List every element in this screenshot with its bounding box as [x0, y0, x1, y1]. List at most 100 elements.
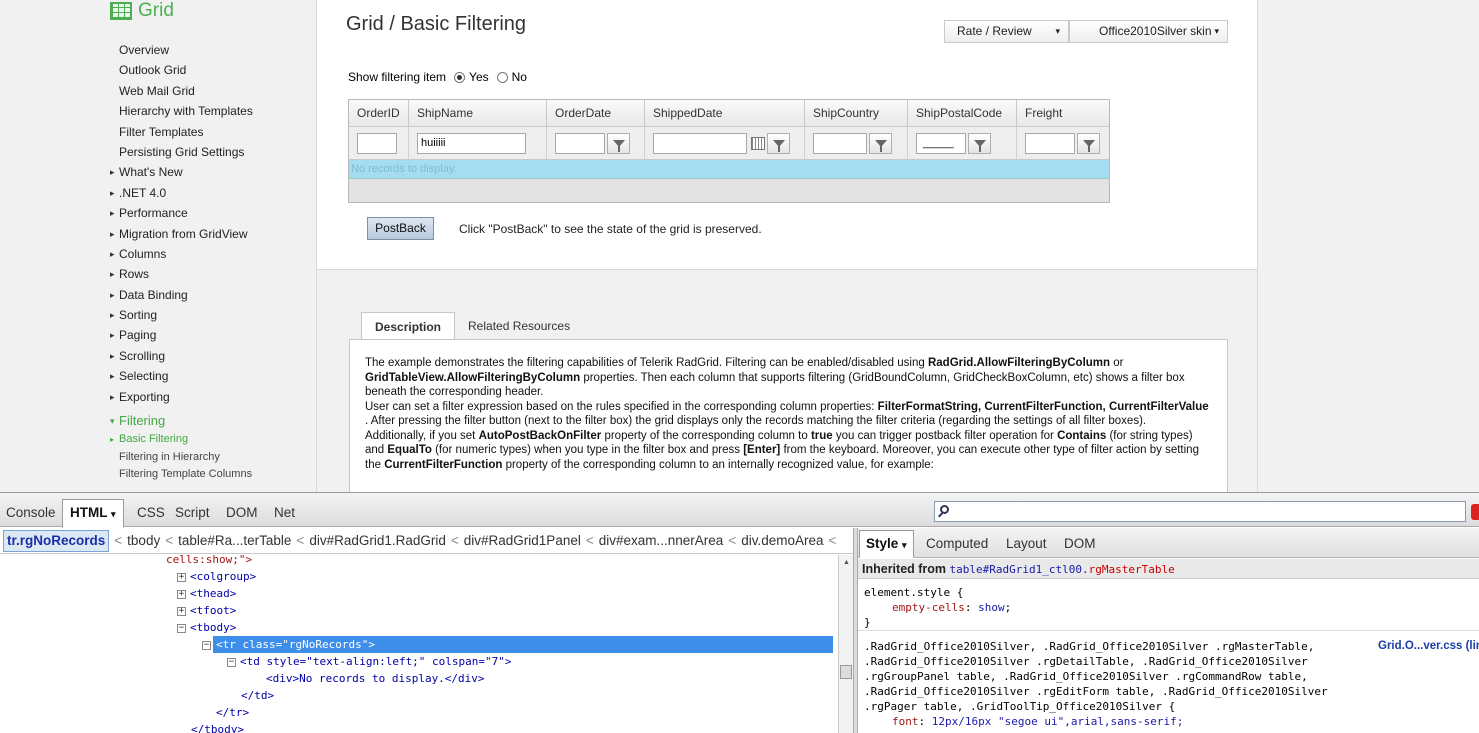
no-label[interactable]: No	[512, 70, 527, 84]
collapse-icon[interactable]: −	[227, 657, 236, 667]
header-shippeddate[interactable]: ShippedDate	[645, 100, 805, 126]
header-orderid[interactable]: OrderID	[349, 100, 409, 126]
calendar-icon[interactable]	[751, 136, 765, 150]
breadcrumb-item[interactable]: div.demoArea	[741, 533, 823, 548]
header-orderdate[interactable]: OrderDate	[547, 100, 645, 126]
tab-css[interactable]: CSS	[137, 505, 165, 520]
code-line[interactable]: − <tbody>	[177, 619, 236, 636]
orderid-filter-input[interactable]	[357, 132, 397, 154]
shipcountry-filter-input[interactable]	[813, 132, 867, 154]
main-content: Grid / Basic Filtering Rate / Review Off…	[316, 0, 1258, 492]
orderdate-filter-input[interactable]	[555, 132, 605, 154]
sidebar-item[interactable]: Sorting	[110, 305, 253, 326]
yes-label[interactable]: Yes	[469, 70, 489, 84]
sidebar-item[interactable]: Outlook Grid	[110, 60, 253, 80]
html-scrollbar[interactable]: ▲	[838, 555, 853, 733]
sidebar-item[interactable]: Exporting	[110, 387, 253, 408]
breadcrumb-item[interactable]: div#RadGrid1Panel	[464, 533, 581, 548]
sidebar-item[interactable]: Hierarchy with Templates	[110, 101, 253, 121]
no-radio[interactable]	[496, 71, 508, 83]
expand-icon[interactable]: +	[177, 606, 186, 616]
code-line[interactable]: + <thead>	[177, 585, 236, 602]
sidebar-item[interactable]: Paging	[110, 325, 253, 346]
freight-filter-input[interactable]	[1025, 132, 1075, 154]
css-property[interactable]: font: 12px/16px "segoe ui",arial,sans-se…	[892, 714, 1183, 729]
shipcountry-filter-button[interactable]	[869, 132, 892, 154]
tab-computed[interactable]: Computed	[926, 536, 988, 551]
tab-side-dom[interactable]: DOM	[1064, 536, 1096, 551]
code-line[interactable]: <div>No records to display.</div>	[266, 670, 485, 687]
shippeddate-filter-button[interactable]	[767, 132, 790, 154]
breadcrumb-item[interactable]: div#exam...nnerArea	[599, 533, 724, 548]
header-shippostalcode[interactable]: ShipPostalCode	[908, 100, 1017, 126]
postback-button[interactable]: PostBack	[367, 217, 434, 240]
shipname-filter-input[interactable]: huiiiii	[417, 132, 526, 154]
tab-description[interactable]: Description	[361, 312, 456, 340]
code-line[interactable]: </td>	[241, 687, 274, 704]
yes-radio[interactable]	[454, 71, 466, 83]
code-line[interactable]: </tr>	[216, 704, 249, 721]
tab-script[interactable]: Script	[175, 505, 210, 520]
tab-html[interactable]: HTML ▾	[62, 499, 124, 528]
tab-console[interactable]: Console	[6, 505, 56, 520]
inherited-class[interactable]: rgMasterTable	[1089, 563, 1175, 576]
sidebar-subitem[interactable]: Filtering Template Columns	[110, 466, 253, 484]
code-line[interactable]: </tbody>	[191, 721, 244, 733]
css-property[interactable]: empty-cells: show;	[892, 600, 1011, 615]
postalcode-filter-button[interactable]	[968, 132, 991, 154]
tab-layout[interactable]: Layout	[1006, 536, 1047, 551]
postalcode-filter-input[interactable]: _____	[916, 132, 966, 154]
grid-logo[interactable]: Grid	[110, 0, 174, 22]
firebug-search-input[interactable]	[934, 501, 1466, 522]
sidebar-item[interactable]: Selecting	[110, 366, 253, 387]
scroll-thumb[interactable]	[840, 665, 852, 679]
sidebar-item[interactable]: Web Mail Grid	[110, 81, 253, 101]
sidebar-item[interactable]: Persisting Grid Settings	[110, 142, 253, 162]
breadcrumb-item[interactable]: div#RadGrid1.RadGrid	[309, 533, 446, 548]
close-icon[interactable]	[1471, 504, 1479, 520]
code-line[interactable]: + <tfoot>	[177, 602, 236, 619]
breadcrumb-item[interactable]: table#Ra...terTable	[178, 533, 291, 548]
skin-dropdown[interactable]: Office2010Silver skin	[1069, 20, 1228, 43]
breadcrumb-item[interactable]: tbody	[127, 533, 160, 548]
css-source-link[interactable]: Grid.O...ver.css (lin	[1378, 640, 1479, 652]
freight-filter-button[interactable]	[1077, 132, 1100, 154]
code-line-selected[interactable]: <tr class="rgNoRecords">	[213, 636, 833, 653]
tab-style-label: Style	[866, 536, 899, 551]
sidebar-item[interactable]: Migration from GridView	[110, 224, 253, 245]
collapse-icon[interactable]: −	[177, 623, 186, 633]
sidebar-subitem[interactable]: Basic Filtering	[110, 431, 253, 449]
scroll-up-icon[interactable]: ▲	[843, 559, 850, 566]
tab-net[interactable]: Net	[274, 505, 295, 520]
sidebar-item[interactable]: What's New	[110, 162, 253, 183]
sidebar-item[interactable]: Filter Templates	[110, 122, 253, 142]
header-freight[interactable]: Freight	[1017, 100, 1109, 126]
sidebar-subitem[interactable]: Filtering in Hierarchy	[110, 449, 253, 467]
orderdate-filter-button[interactable]	[607, 132, 630, 154]
breadcrumb-current[interactable]: tr.rgNoRecords	[3, 530, 110, 552]
expand-icon[interactable]: +	[177, 572, 186, 582]
sidebar-item[interactable]: Columns	[110, 244, 253, 265]
sidebar-item[interactable]: Data Binding	[110, 285, 253, 306]
expand-icon[interactable]: +	[177, 589, 186, 599]
sidebar-item-filtering[interactable]: Filtering	[110, 411, 253, 432]
sidebar-item[interactable]: Rows	[110, 264, 253, 285]
tab-dom[interactable]: DOM	[226, 505, 258, 520]
code-text: <div>No records to display.</div>	[266, 672, 485, 685]
tab-style[interactable]: Style ▾	[859, 530, 914, 558]
collapse-icon[interactable]: −	[202, 640, 211, 650]
sidebar-item[interactable]: Scrolling	[110, 346, 253, 367]
search-icon	[940, 505, 949, 514]
sidebar-item[interactable]: .NET 4.0	[110, 183, 253, 204]
code-line[interactable]: + <colgroup>	[177, 568, 256, 585]
tab-related-resources[interactable]: Related Resources	[455, 312, 583, 340]
description-panel: The example demonstrates the filtering c…	[349, 339, 1228, 492]
code-line[interactable]: − <td style="text-align:left;" colspan="7…	[227, 653, 512, 670]
inherited-selector[interactable]: table#RadGrid1_ctl00.	[950, 563, 1089, 576]
header-shipname[interactable]: ShipName	[409, 100, 547, 126]
sidebar-item[interactable]: Overview	[110, 40, 253, 60]
rate-review-dropdown[interactable]: Rate / Review	[944, 20, 1069, 43]
sidebar-item[interactable]: Performance	[110, 203, 253, 224]
shippeddate-filter-input[interactable]	[653, 132, 747, 154]
header-shipcountry[interactable]: ShipCountry	[805, 100, 908, 126]
